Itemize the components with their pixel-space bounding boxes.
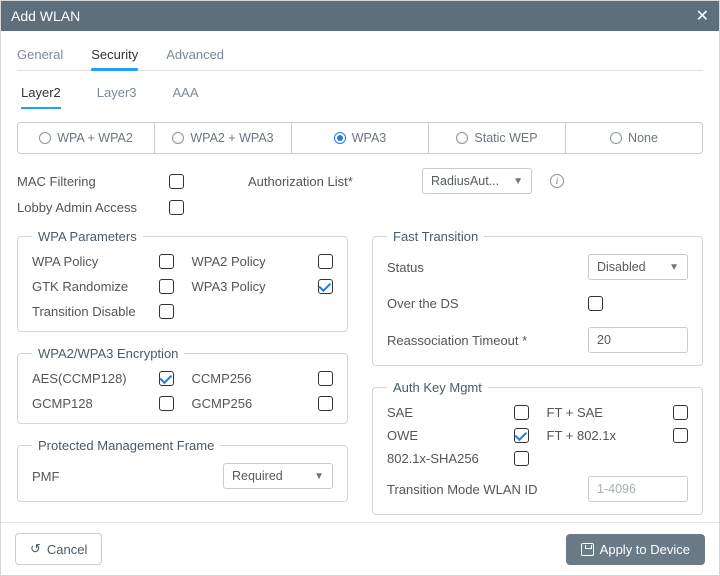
wpa-parameters-legend: WPA Parameters xyxy=(32,229,143,244)
tm-wlan-id-input[interactable]: 1-4096 xyxy=(588,476,688,502)
gcmp256-label: GCMP256 xyxy=(192,396,301,411)
ft-sae-checkbox[interactable] xyxy=(673,405,688,420)
cancel-button[interactable]: Cancel xyxy=(15,533,102,565)
wpa-policy-checkbox[interactable] xyxy=(159,254,174,269)
mode-wpa2-wpa3[interactable]: WPA2 + WPA3 xyxy=(155,123,292,153)
mode-label: None xyxy=(628,131,658,145)
ft-status-label: Status xyxy=(387,260,580,275)
owe-label: OWE xyxy=(387,428,496,443)
transition-disable-label: Transition Disable xyxy=(32,304,141,319)
mode-none[interactable]: None xyxy=(566,123,702,153)
encryption-box: WPA2/WPA3 Encryption AES(CCMP128) CCMP25… xyxy=(17,346,348,424)
ft-status-select[interactable]: Disabled ▼ xyxy=(588,254,688,280)
wpa3-policy-label: WPA3 Policy xyxy=(192,279,301,294)
ft-sae-label: FT + SAE xyxy=(547,405,656,420)
mode-label: WPA2 + WPA3 xyxy=(190,131,273,145)
pmf-label: PMF xyxy=(32,469,215,484)
reassoc-label: Reassociation Timeout * xyxy=(387,333,580,348)
chevron-down-icon: ▼ xyxy=(669,262,679,273)
ccmp256-checkbox[interactable] xyxy=(318,371,333,386)
mode-label: WPA + WPA2 xyxy=(57,131,133,145)
mode-static-wep[interactable]: Static WEP xyxy=(429,123,566,153)
fast-transition-legend: Fast Transition xyxy=(387,229,484,244)
reassoc-value: 20 xyxy=(597,333,611,347)
save-icon xyxy=(581,543,594,556)
encryption-legend: WPA2/WPA3 Encryption xyxy=(32,346,184,361)
gcmp128-label: GCMP128 xyxy=(32,396,141,411)
mode-wpa3[interactable]: WPA3 xyxy=(292,123,429,153)
sha256-checkbox[interactable] xyxy=(514,451,529,466)
over-ds-label: Over the DS xyxy=(387,296,580,311)
ft-8021x-label: FT + 802.1x xyxy=(547,428,656,443)
apply-label: Apply to Device xyxy=(600,542,690,557)
mac-filtering-label: MAC Filtering xyxy=(17,174,157,189)
apply-button[interactable]: Apply to Device xyxy=(566,534,705,565)
mode-label: Static WEP xyxy=(474,131,537,145)
cancel-label: Cancel xyxy=(47,542,87,557)
ccmp256-label: CCMP256 xyxy=(192,371,301,386)
sha256-label: 802.1x-SHA256 xyxy=(387,451,496,466)
sae-label: SAE xyxy=(387,405,496,420)
reassoc-timeout-input[interactable]: 20 xyxy=(588,327,688,353)
tm-wlan-id-label: Transition Mode WLAN ID xyxy=(387,482,580,497)
ft-status-value: Disabled xyxy=(597,260,646,274)
ft-8021x-checkbox[interactable] xyxy=(673,428,688,443)
gcmp256-checkbox[interactable] xyxy=(318,396,333,411)
mode-wpa-wpa2[interactable]: WPA + WPA2 xyxy=(18,123,155,153)
auth-list-value: RadiusAut... xyxy=(431,174,499,188)
tab-advanced[interactable]: Advanced xyxy=(166,41,224,70)
wpa-parameters-box: WPA Parameters WPA Policy WPA2 Policy GT… xyxy=(17,229,348,332)
auth-list-label: Authorization List* xyxy=(248,174,378,189)
wpa3-policy-checkbox[interactable] xyxy=(318,279,333,294)
radio-icon xyxy=(610,132,622,144)
wpa2-policy-checkbox[interactable] xyxy=(318,254,333,269)
undo-icon xyxy=(30,541,41,557)
pmf-box: Protected Management Frame PMF Required … xyxy=(17,438,348,502)
mode-label: WPA3 xyxy=(352,131,387,145)
over-ds-checkbox[interactable] xyxy=(588,296,603,311)
aes-label: AES(CCMP128) xyxy=(32,371,141,386)
pmf-legend: Protected Management Frame xyxy=(32,438,220,453)
tab-general[interactable]: General xyxy=(17,41,63,70)
fast-transition-box: Fast Transition Status Disabled ▼ Over t… xyxy=(372,229,703,366)
gtk-label: GTK Randomize xyxy=(32,279,141,294)
wpa-policy-label: WPA Policy xyxy=(32,254,141,269)
wpa2-policy-label: WPA2 Policy xyxy=(192,254,301,269)
pmf-value: Required xyxy=(232,469,283,483)
radio-icon xyxy=(456,132,468,144)
auth-key-mgmt-box: Auth Key Mgmt SAE FT + SAE OWE FT + 802.… xyxy=(372,380,703,515)
transition-disable-checkbox[interactable] xyxy=(159,304,174,319)
subtab-aaa[interactable]: AAA xyxy=(173,81,199,108)
lobby-admin-label: Lobby Admin Access xyxy=(17,200,157,215)
pmf-select[interactable]: Required ▼ xyxy=(223,463,333,489)
aes-checkbox[interactable] xyxy=(159,371,174,386)
subtab-layer2[interactable]: Layer2 xyxy=(21,81,61,108)
akm-legend: Auth Key Mgmt xyxy=(387,380,488,395)
info-icon[interactable]: i xyxy=(550,174,564,188)
radio-icon xyxy=(39,132,51,144)
close-icon[interactable]: ✕ xyxy=(696,6,709,26)
auth-list-select[interactable]: RadiusAut... ▼ xyxy=(422,168,532,194)
lobby-admin-checkbox[interactable] xyxy=(169,200,184,215)
tm-placeholder: 1-4096 xyxy=(597,482,636,496)
gtk-checkbox[interactable] xyxy=(159,279,174,294)
gcmp128-checkbox[interactable] xyxy=(159,396,174,411)
mac-filtering-checkbox[interactable] xyxy=(169,174,184,189)
modal-title: Add WLAN xyxy=(11,8,80,24)
chevron-down-icon: ▼ xyxy=(513,176,523,187)
tab-security[interactable]: Security xyxy=(91,41,138,70)
security-mode-bar: WPA + WPA2 WPA2 + WPA3 WPA3 Static WEP N… xyxy=(17,122,703,154)
owe-checkbox[interactable] xyxy=(514,428,529,443)
subtab-layer3[interactable]: Layer3 xyxy=(97,81,137,108)
sae-checkbox[interactable] xyxy=(514,405,529,420)
radio-icon xyxy=(172,132,184,144)
chevron-down-icon: ▼ xyxy=(314,471,324,482)
radio-icon xyxy=(334,132,346,144)
